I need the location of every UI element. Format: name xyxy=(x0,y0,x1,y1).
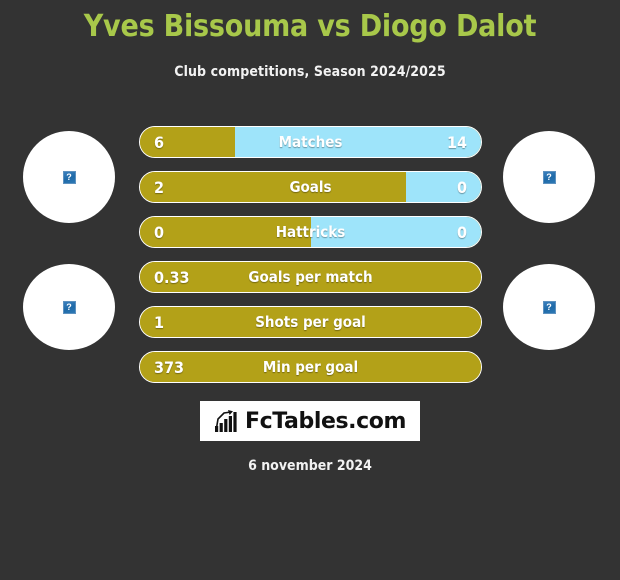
player-photo-away-bottom: ? xyxy=(503,264,595,350)
footer-date: 6 november 2024 xyxy=(248,458,372,474)
stat-label: Shots per goal xyxy=(255,313,366,331)
page-title: Yves Bissouma vs Diogo Dalot xyxy=(83,9,537,44)
stat-label: Matches xyxy=(278,133,343,151)
broken-image-icon: ? xyxy=(62,170,76,184)
player-photo-home-top: ? xyxy=(23,131,115,223)
fctables-logo[interactable]: FcTables.com xyxy=(200,401,420,441)
stat-label: Hattricks xyxy=(275,223,346,241)
player-photo-home-bottom: ? xyxy=(23,264,115,350)
page-subtitle: Club competitions, Season 2024/2025 xyxy=(174,64,446,80)
broken-image-icon: ? xyxy=(62,300,76,314)
stat-label: Goals xyxy=(289,178,332,196)
player-photo-away-top: ? xyxy=(503,131,595,223)
fctables-logo-text: FcTables.com xyxy=(244,408,407,434)
stat-row: 0.33 Goals per match xyxy=(139,261,482,293)
stat-row: 0 0 Hattricks xyxy=(139,216,482,248)
stat-row: 2 0 Goals xyxy=(139,171,482,203)
broken-image-icon: ? xyxy=(542,170,556,184)
stat-label: Goals per match xyxy=(248,268,373,286)
bar-chart-growth-icon xyxy=(214,410,237,432)
stat-row: 6 14 Matches xyxy=(139,126,482,158)
stat-row: 1 Shots per goal xyxy=(139,306,482,338)
broken-image-icon: ? xyxy=(542,300,556,314)
stat-comparison-bars: 6 14 Matches 2 0 Goals 0 0 Hattricks 0.33 Goals pe… xyxy=(139,126,482,396)
stat-label: Min per goal xyxy=(262,358,359,376)
stat-row: 373 Min per goal xyxy=(139,351,482,383)
